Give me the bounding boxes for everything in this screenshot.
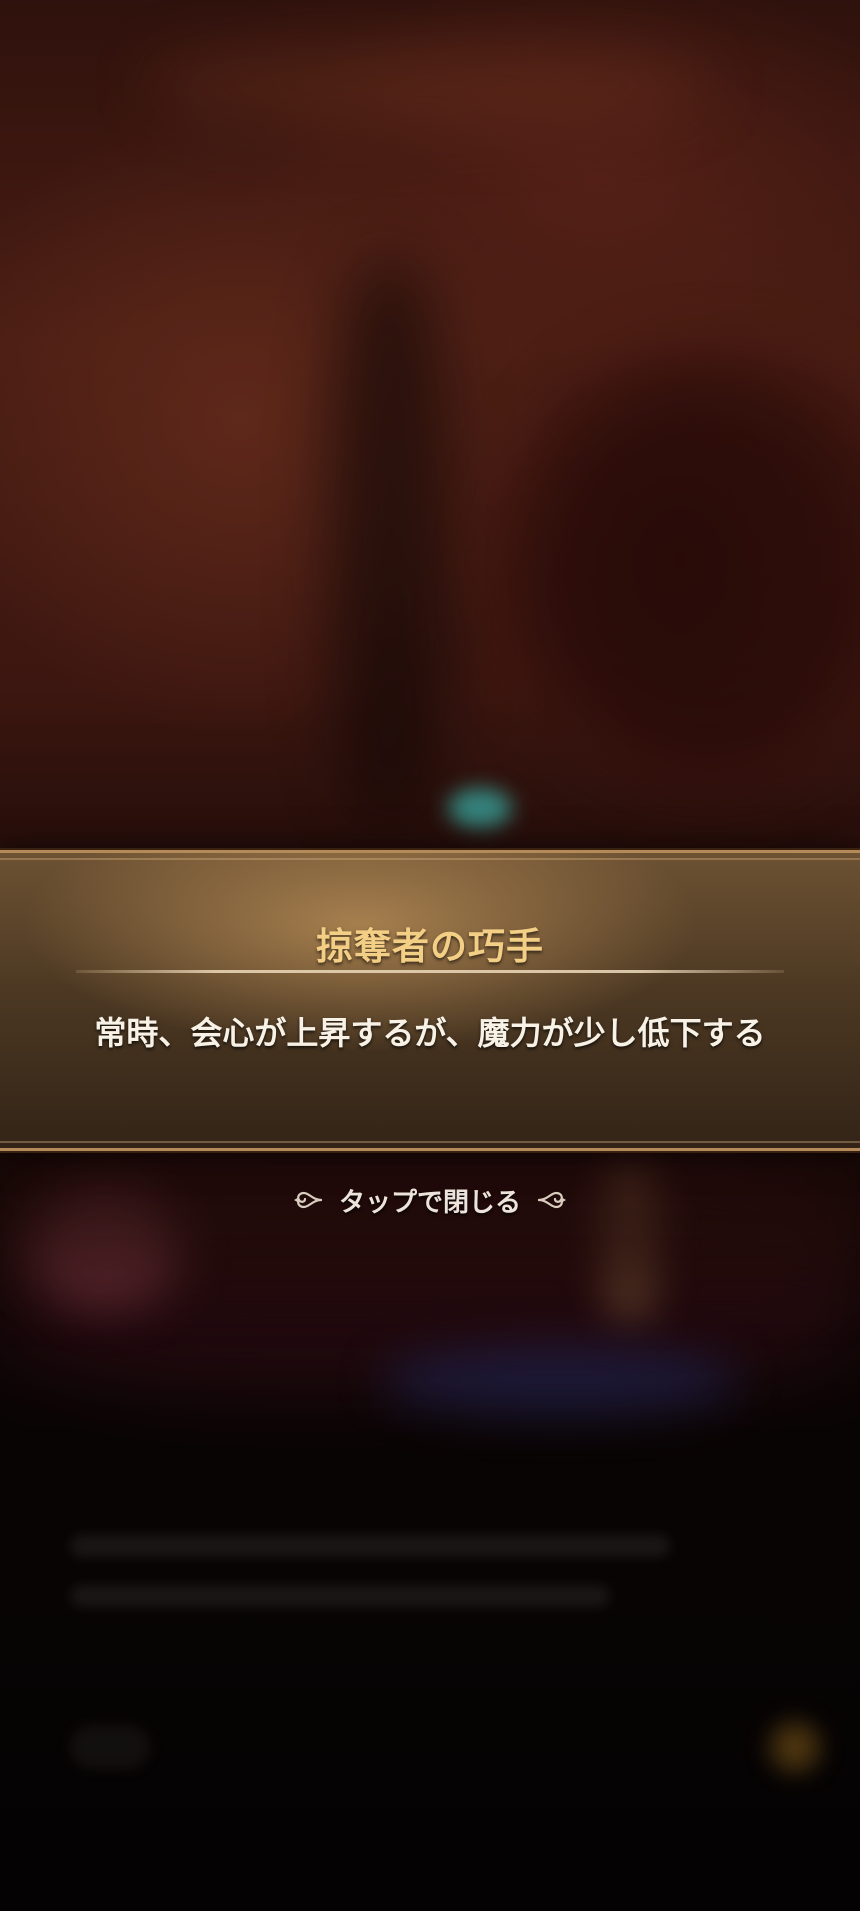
screen: 掠奪者の巧手 常時、会心が上昇するが、魔力が少し低下する タップで閉じる <box>0 0 860 1911</box>
title-divider <box>76 970 784 973</box>
skill-description: 常時、会心が上昇するが、魔力が少し低下する <box>94 1014 766 1052</box>
scroll-ornament-left-icon <box>293 1191 323 1209</box>
skill-title: 掠奪者の巧手 <box>316 925 544 968</box>
scroll-ornament-right-icon <box>537 1191 566 1209</box>
tap-to-close-button[interactable]: タップで閉じる <box>0 1180 860 1220</box>
tap-to-close-label: タップで閉じる <box>338 1187 521 1218</box>
skill-info-banner[interactable]: 掠奪者の巧手 常時、会心が上昇するが、魔力が少し低下する <box>0 850 860 1151</box>
